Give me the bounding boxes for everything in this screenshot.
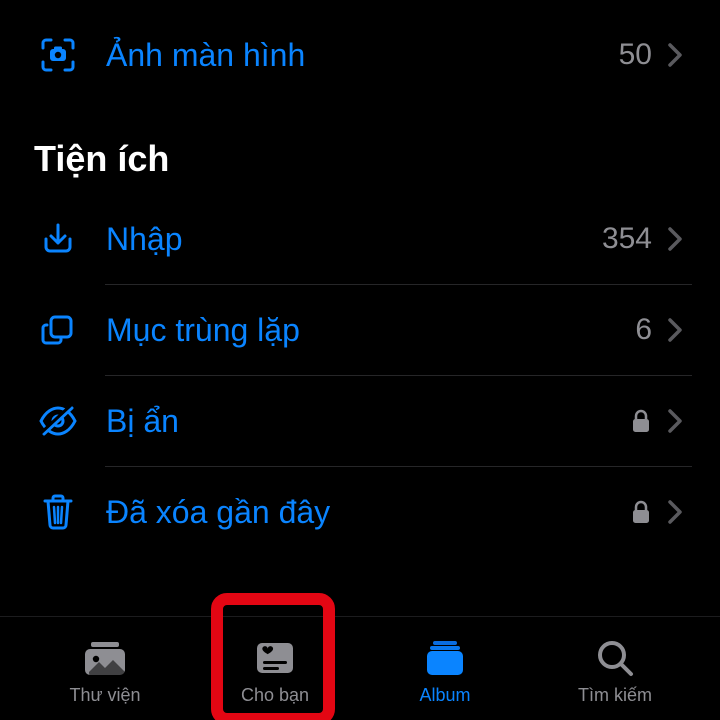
row-screenshots[interactable]: Ảnh màn hình 50 <box>0 10 720 100</box>
chevron-right-icon <box>668 500 682 524</box>
library-icon <box>80 637 130 679</box>
search-icon <box>595 637 635 679</box>
row-label: Ảnh màn hình <box>106 37 619 74</box>
section-header-utilities: Tiện ích <box>0 100 720 194</box>
import-icon <box>38 219 78 259</box>
row-import[interactable]: Nhập 354 <box>0 194 720 284</box>
row-count: 354 <box>602 222 652 256</box>
lock-icon <box>632 500 650 524</box>
chevron-right-icon <box>668 318 682 342</box>
row-duplicates[interactable]: Mục trùng lặp 6 <box>0 285 720 375</box>
row-label: Bị ẩn <box>106 403 632 440</box>
tab-albums[interactable]: Album <box>360 637 530 706</box>
tab-for-you[interactable]: Cho bạn <box>190 637 360 706</box>
tab-label: Tìm kiếm <box>578 685 652 706</box>
chevron-right-icon <box>668 43 682 67</box>
row-count: 6 <box>635 313 652 347</box>
tab-label: Thư viện <box>69 685 140 706</box>
chevron-right-icon <box>668 409 682 433</box>
tab-bar: Thư viện Cho bạn Album <box>0 616 720 720</box>
photos-albums-screen: Ảnh màn hình 50 Tiện ích Nhập 354 <box>0 0 720 720</box>
trash-icon <box>38 492 78 532</box>
screenshot-icon <box>38 35 78 75</box>
albums-icon <box>423 637 467 679</box>
hidden-eye-icon <box>38 401 78 441</box>
tab-label: Album <box>419 685 470 706</box>
row-count: 50 <box>619 38 652 72</box>
row-label: Nhập <box>106 221 602 258</box>
for-you-icon <box>253 637 297 679</box>
chevron-right-icon <box>668 227 682 251</box>
tab-label: Cho bạn <box>241 685 309 706</box>
row-label: Đã xóa gần đây <box>106 494 632 531</box>
row-hidden[interactable]: Bị ẩn <box>0 376 720 466</box>
lock-icon <box>632 409 650 433</box>
tab-search[interactable]: Tìm kiếm <box>530 637 700 706</box>
albums-list: Ảnh màn hình 50 Tiện ích Nhập 354 <box>0 0 720 557</box>
tab-library[interactable]: Thư viện <box>20 637 190 706</box>
duplicates-icon <box>38 310 78 350</box>
row-recently-deleted[interactable]: Đã xóa gần đây <box>0 467 720 557</box>
row-label: Mục trùng lặp <box>106 312 635 349</box>
